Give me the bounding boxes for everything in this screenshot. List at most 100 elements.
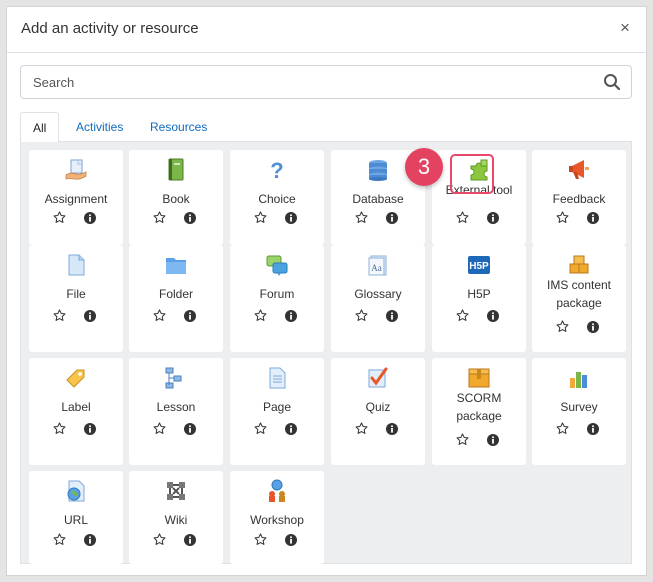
info-icon[interactable] bbox=[184, 534, 196, 546]
info-icon[interactable] bbox=[285, 423, 297, 435]
svg-text:H5P: H5P bbox=[469, 261, 489, 272]
assignment-icon bbox=[65, 159, 87, 180]
info-icon[interactable] bbox=[587, 423, 599, 435]
info-icon[interactable] bbox=[84, 423, 96, 435]
search-input[interactable] bbox=[21, 66, 591, 98]
activity-label: Label bbox=[61, 400, 91, 414]
quiz-icon bbox=[368, 367, 388, 388]
star-icon[interactable] bbox=[456, 211, 469, 224]
workshop-icon bbox=[269, 479, 285, 502]
info-icon[interactable] bbox=[386, 423, 398, 435]
activity-label: File bbox=[66, 287, 86, 301]
activity-tile-ims-content-package[interactable]: IMS content package bbox=[532, 245, 626, 352]
folder-icon bbox=[166, 258, 186, 274]
activity-tile-quiz[interactable]: Quiz bbox=[331, 358, 425, 465]
star-icon[interactable] bbox=[254, 422, 267, 435]
activity-label: Survey bbox=[560, 400, 598, 414]
tab-bar: All Activities Resources bbox=[20, 112, 632, 143]
tab-all[interactable]: All bbox=[20, 112, 60, 143]
star-icon[interactable] bbox=[355, 211, 368, 224]
activity-tile-wiki[interactable]: Wiki bbox=[129, 471, 223, 564]
tab-activities[interactable]: Activities bbox=[64, 112, 135, 143]
modal-header: Add an activity or resource × bbox=[7, 7, 646, 53]
info-icon[interactable] bbox=[184, 310, 196, 322]
activity-label: Wiki bbox=[164, 513, 188, 527]
star-icon[interactable] bbox=[556, 211, 569, 224]
info-icon[interactable] bbox=[487, 212, 499, 224]
star-icon[interactable] bbox=[153, 309, 166, 322]
star-icon[interactable] bbox=[254, 211, 267, 224]
star-icon[interactable] bbox=[456, 309, 469, 322]
lesson-icon bbox=[165, 367, 182, 389]
activity-tile-survey[interactable]: Survey bbox=[532, 358, 626, 465]
star-icon[interactable] bbox=[53, 422, 66, 435]
info-icon[interactable] bbox=[84, 534, 96, 546]
highlight-box bbox=[450, 154, 494, 194]
star-icon[interactable] bbox=[53, 533, 66, 546]
activity-label: Folder bbox=[158, 287, 193, 301]
star-icon[interactable] bbox=[153, 533, 166, 546]
star-icon[interactable] bbox=[556, 422, 569, 435]
activity-tile-forum[interactable]: Forum bbox=[230, 245, 324, 352]
info-icon[interactable] bbox=[184, 423, 196, 435]
activity-tile-choice[interactable]: ? Choice bbox=[230, 150, 324, 245]
svg-text:?: ? bbox=[270, 158, 283, 182]
activity-tile-folder[interactable]: Folder bbox=[129, 245, 223, 352]
info-icon[interactable] bbox=[487, 434, 499, 446]
survey-icon bbox=[570, 372, 587, 388]
activity-label: Quiz bbox=[365, 400, 391, 414]
star-icon[interactable] bbox=[254, 533, 267, 546]
activity-tile-url[interactable]: URL bbox=[29, 471, 123, 564]
activity-label: URL bbox=[63, 513, 88, 527]
info-icon[interactable] bbox=[184, 212, 196, 224]
info-icon[interactable] bbox=[587, 212, 599, 224]
star-icon[interactable] bbox=[53, 211, 66, 224]
activity-tile-book[interactable]: Book bbox=[129, 150, 223, 245]
activity-tile-workshop[interactable]: Workshop bbox=[230, 471, 324, 564]
activity-label: Choice bbox=[258, 192, 296, 206]
activity-tile-assignment[interactable]: Assignment bbox=[29, 150, 123, 245]
page-icon bbox=[269, 367, 286, 389]
info-icon[interactable] bbox=[84, 310, 96, 322]
close-button[interactable]: × bbox=[616, 19, 634, 37]
star-icon[interactable] bbox=[556, 320, 569, 333]
info-icon[interactable] bbox=[84, 212, 96, 224]
star-icon[interactable] bbox=[355, 309, 368, 322]
megaphone-icon bbox=[569, 160, 589, 179]
activity-label: Lesson bbox=[156, 400, 196, 414]
info-icon[interactable] bbox=[386, 310, 398, 322]
info-icon[interactable] bbox=[386, 212, 398, 224]
star-icon[interactable] bbox=[254, 309, 267, 322]
activity-tile-label[interactable]: Label bbox=[29, 358, 123, 465]
scorm-icon bbox=[468, 368, 490, 388]
activity-tile-glossary[interactable]: Aa Glossary bbox=[331, 245, 425, 352]
info-icon[interactable] bbox=[285, 310, 297, 322]
info-icon[interactable] bbox=[285, 534, 297, 546]
info-icon[interactable] bbox=[487, 310, 499, 322]
activity-tile-feedback[interactable]: Feedback bbox=[532, 150, 626, 245]
star-icon[interactable] bbox=[53, 309, 66, 322]
star-icon[interactable] bbox=[153, 422, 166, 435]
tag-icon bbox=[66, 369, 85, 388]
modal-title: Add an activity or resource bbox=[21, 20, 199, 37]
activity-label: Feedback bbox=[552, 192, 606, 206]
tab-resources[interactable]: Resources bbox=[138, 112, 219, 143]
ims-package-icon bbox=[569, 255, 589, 274]
search-icon[interactable] bbox=[603, 73, 621, 91]
svg-text:Aa: Aa bbox=[371, 263, 382, 273]
star-icon[interactable] bbox=[456, 433, 469, 446]
activity-label: Book bbox=[162, 192, 190, 206]
info-icon[interactable] bbox=[587, 321, 599, 333]
activity-tile-page[interactable]: Page bbox=[230, 358, 324, 465]
activity-tile-lesson[interactable]: Lesson bbox=[129, 358, 223, 465]
star-icon[interactable] bbox=[355, 422, 368, 435]
activity-label: Forum bbox=[259, 287, 295, 301]
wiki-icon bbox=[167, 482, 185, 500]
activity-tile-h5p[interactable]: H5P H5P bbox=[432, 245, 526, 352]
forum-icon bbox=[266, 255, 288, 276]
info-icon[interactable] bbox=[285, 212, 297, 224]
star-icon[interactable] bbox=[153, 211, 166, 224]
activity-tile-scorm-package[interactable]: SCORM package bbox=[432, 358, 526, 465]
step-badge: 3 bbox=[405, 148, 443, 186]
activity-tile-file[interactable]: File bbox=[29, 245, 123, 352]
